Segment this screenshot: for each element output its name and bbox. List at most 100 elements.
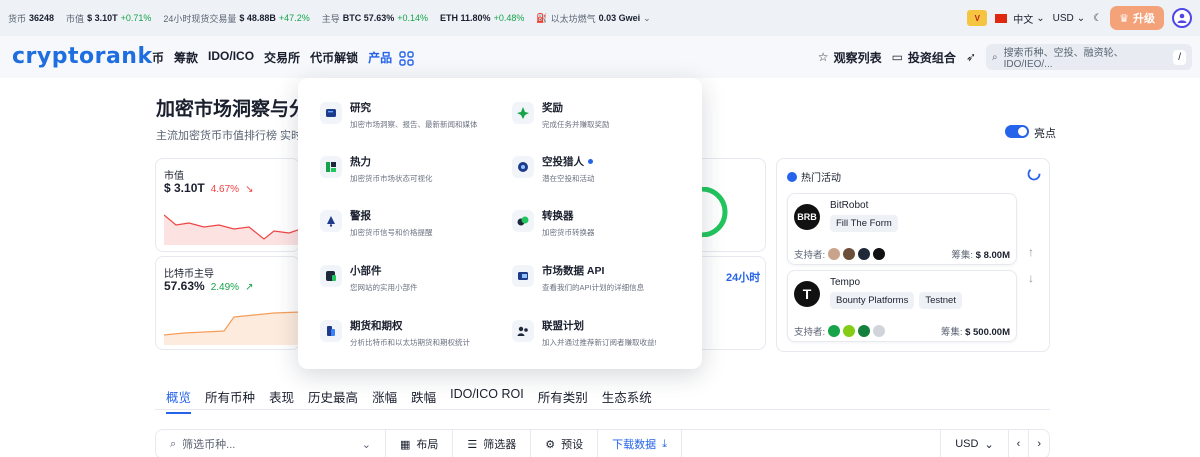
affiliate-icon [512, 320, 534, 342]
upgrade-button[interactable]: ♛ 升级 [1110, 6, 1164, 30]
arrow-down-icon[interactable]: ↓ [1028, 271, 1034, 285]
upgrade-label: 升级 [1133, 13, 1155, 25]
market-cap-value: $ 3.10T 4.67% ↘ [164, 181, 253, 195]
nav-item-unlocks[interactable]: 代币解锁 [310, 49, 358, 66]
menu-item-rewards[interactable]: 奖励 完成任务并赚取奖励 [512, 100, 692, 130]
download-label: 下载数据 [612, 439, 657, 451]
raise-value: $ 8.00M [975, 250, 1010, 261]
ticker-btc-change: +0.14% [397, 13, 429, 23]
backer-avatar[interactable] [873, 325, 886, 337]
currency-select[interactable]: USD ⌄ [1053, 13, 1086, 24]
menu-item-converter[interactable]: 转换器 加密货币转换器 [512, 208, 692, 238]
event-tag[interactable]: Fill The Form [830, 215, 898, 232]
menu-item-airdrop-text: 空投猎人 潜在空投和活动 [542, 154, 595, 184]
menu-item-desc: 加密货币市场状态可视化 [350, 174, 433, 183]
nav-item-exchanges[interactable]: 交易所 [264, 49, 300, 66]
menu-item-affiliate[interactable]: 联盟计划 加入并通过推荐新订阅者赚取收益! [512, 318, 692, 348]
table-currency-label: USD [955, 438, 979, 450]
time-range-label[interactable]: 24小时 [726, 269, 760, 285]
backer-avatar[interactable] [843, 325, 856, 337]
language-label: 中文 [1013, 14, 1034, 26]
btc-dominance-card[interactable]: 比特币主导 57.63% 2.49% ↗ [155, 256, 301, 350]
preset-button[interactable]: ⚙ 预设 [531, 430, 599, 457]
alert-icon [320, 210, 342, 232]
nav-item-ido[interactable]: IDO/ICO [208, 49, 254, 66]
menu-item-alerts[interactable]: 警报 加密货币信号和价格提醒 [320, 208, 500, 238]
cryptorank-logo[interactable]: cryptorank [12, 44, 153, 69]
layout-button[interactable]: ▦ 布局 [386, 430, 454, 457]
arrow-up-icon[interactable]: ↑ [1028, 245, 1034, 259]
prev-page-button[interactable]: ‹ [1007, 430, 1029, 457]
event-card-bitrobot[interactable]: BRB BitRobot Fill The Form 支持者: 筹集: $ 8.… [787, 193, 1017, 265]
event-tag[interactable]: Bounty Platforms [830, 292, 915, 309]
crown-icon: ♛ [1119, 12, 1129, 25]
avatar[interactable] [1172, 8, 1192, 28]
menu-item-converter-text: 转换器 加密货币转换器 [542, 208, 595, 238]
hot-events-panel: 热门活动 BRB BitRobot Fill The Form 支持者: 筹集:… [776, 158, 1050, 352]
menu-item-heatmap[interactable]: 热力 加密货币市场状态可视化 [320, 154, 500, 184]
menu-item-desc: 完成任务并赚取奖励 [542, 120, 610, 129]
widget-icon [320, 265, 342, 287]
menu-item-title: 转换器 [542, 210, 574, 222]
toolbar-right: USD ⌄ ‹ › [940, 430, 1049, 457]
market-cap-label: 市值 [164, 171, 184, 182]
backer-avatar[interactable] [828, 325, 841, 337]
sliders-icon: ☰ [467, 438, 478, 451]
market-cap-change: 4.67% [210, 184, 240, 195]
chevron-down-icon: ⌄ [643, 12, 651, 23]
menu-item-title: 小部件 [350, 265, 382, 277]
market-cap-sparkline [164, 214, 301, 245]
nav-item-products[interactable]: 产品 [368, 49, 415, 67]
event-tag[interactable]: Testnet [919, 292, 962, 309]
event-raise: 筹集: $ 8.00M [951, 247, 1010, 261]
user-icon [1177, 13, 1187, 23]
portfolio-button[interactable]: ▭ 投资组合 [892, 49, 956, 66]
nav-item-coins[interactable]: 币 [152, 49, 164, 66]
menu-item-desc: 您网站的实用小部件 [350, 283, 418, 292]
highlights-toggle-label: 亮点 [1034, 128, 1056, 140]
backers-label: 支持者: [794, 250, 826, 261]
rocket-button[interactable]: ➶ [966, 50, 976, 64]
ticker-actions: V 中文 ⌄ USD ⌄ ☾ ♛ 升级 [967, 5, 1192, 31]
event-card-tempo[interactable]: T Tempo Bounty Platforms Testnet 支持者: 筹集… [787, 270, 1017, 342]
ticker-dominance-label: 主导 [321, 13, 340, 24]
menu-item-widgets[interactable]: 小部件 您网站的实用小部件 [320, 263, 500, 293]
promo-badge[interactable]: V [967, 10, 988, 26]
backer-avatar[interactable] [843, 248, 856, 260]
chevron-down-icon: ⌄ [984, 438, 994, 451]
filter-button[interactable]: ☰ 筛选器 [453, 430, 532, 457]
highlights-toggle[interactable] [1005, 125, 1029, 138]
event-name: Tempo [830, 277, 861, 288]
coin-filter-placeholder: 筛选币种... [182, 439, 236, 451]
ticker-volume-change: +47.2% [278, 13, 310, 23]
menu-item-title: 热力 [350, 156, 371, 168]
next-page-button[interactable]: › [1028, 430, 1049, 457]
backer-avatar[interactable] [858, 248, 871, 260]
backer-avatar[interactable] [873, 248, 886, 260]
menu-item-title: 市场数据 API [542, 265, 605, 277]
table-currency-select[interactable]: USD ⌄ [940, 430, 1007, 457]
search-input[interactable]: ⌕ 搜索币种、空投、融资轮、IDO/IEO/... / [986, 44, 1192, 70]
search-placeholder: 搜索币种、空投、融资轮、IDO/IEO/... [1003, 48, 1124, 70]
market-cap-card[interactable]: 市值 $ 3.10T 4.67% ↘ [155, 158, 301, 252]
coin-filter-input[interactable]: ⌕ 筛选币种... ⌄ [156, 430, 386, 457]
chevron-down-icon: ⌄ [1036, 12, 1045, 24]
new-badge-icon [588, 159, 593, 164]
menu-item-title-text: 空投猎人 [542, 156, 584, 168]
menu-item-airdrop[interactable]: 空投猎人 潜在空投和活动 [512, 154, 692, 184]
menu-item-futures-text: 期货和期权 分析比特币和以太坊期货和期权统计 [350, 318, 470, 348]
watchlist-button[interactable]: ☆ 观察列表 [818, 49, 882, 66]
download-button[interactable]: 下载数据 ⤓ [598, 430, 683, 457]
ticker-gas[interactable]: ⛽ 以太坊燃气 0.03 Gwei ⌄ [536, 12, 650, 25]
language-select[interactable]: 中文 ⌄ [995, 11, 1045, 26]
event-raise: 筹集: $ 500.00M [941, 324, 1010, 338]
watchlist-label: 观察列表 [833, 50, 882, 65]
backer-avatar[interactable] [858, 325, 871, 337]
backer-avatar[interactable] [828, 248, 841, 260]
menu-item-affiliate-text: 联盟计划 加入并通过推荐新订阅者赚取收益! [542, 318, 657, 348]
menu-item-futures[interactable]: 期货和期权 分析比特币和以太坊期货和期权统计 [320, 318, 500, 348]
menu-item-api[interactable]: 市场数据 API 查看我们的API计划的详细信息 [512, 263, 692, 293]
theme-toggle[interactable]: ☾ [1093, 13, 1102, 24]
menu-item-research[interactable]: 研究 加密市场洞察、报告、最新新闻和媒体 [320, 100, 500, 130]
nav-item-funding[interactable]: 筹款 [174, 49, 198, 66]
